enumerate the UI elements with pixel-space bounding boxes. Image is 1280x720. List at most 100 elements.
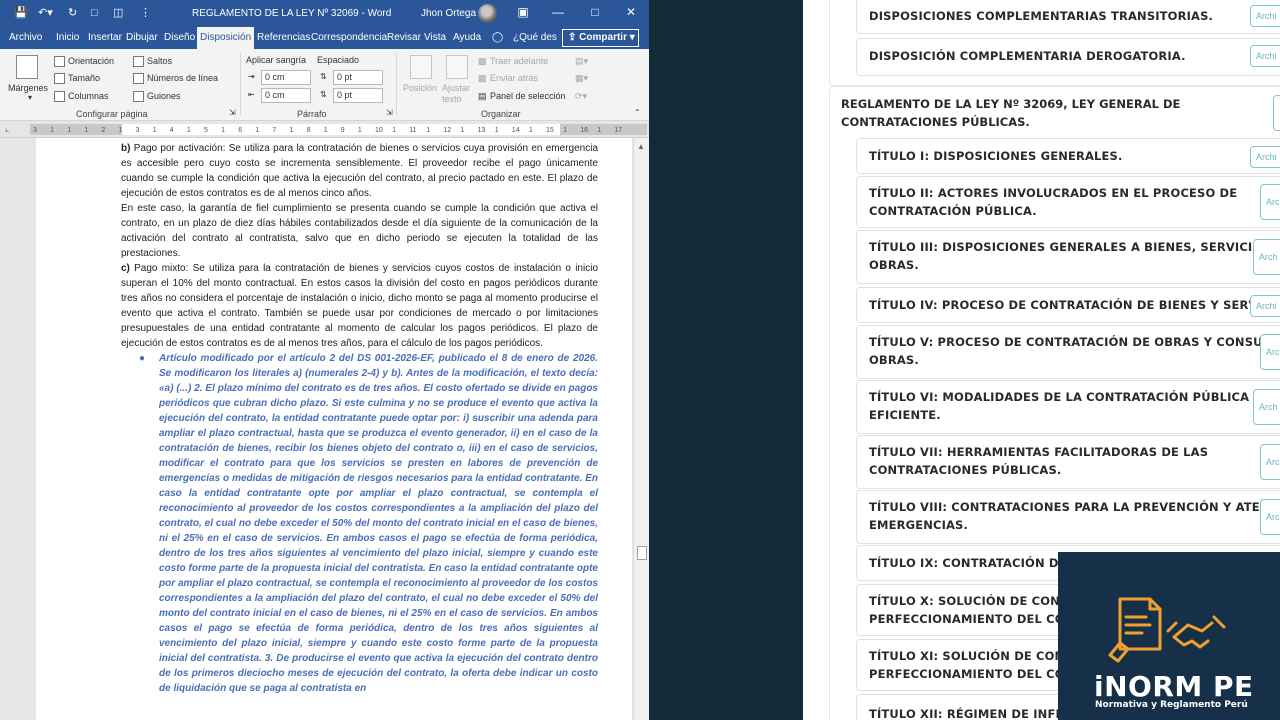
line-numbers-icon[interactable] xyxy=(133,73,144,84)
file-button[interactable]: Arc xyxy=(1260,499,1280,535)
open-folder-icon[interactable]: ◫ xyxy=(113,6,123,20)
line-numbers-button[interactable]: Números de línea xyxy=(147,73,218,83)
margins-dropdown-icon[interactable]: ▾ xyxy=(28,93,32,102)
redo-icon[interactable]: ↻ xyxy=(68,6,77,20)
title-item-line1: TÍTULO IV: PROCESO DE CONTRATACIÓN DE BI… xyxy=(869,298,1280,312)
paragraph-guarantee[interactable]: En este caso, la garantía de fiel cumpli… xyxy=(121,201,598,261)
file-button[interactable]: Archi xyxy=(1250,5,1280,27)
vertical-scrollbar[interactable]: ▲ xyxy=(633,138,649,720)
ruler-tick: 1 xyxy=(84,127,89,134)
section-file-button[interactable] xyxy=(1273,95,1280,131)
lightbulb-icon[interactable]: ◯ xyxy=(489,27,506,49)
columns-button[interactable]: Columnas xyxy=(68,91,109,101)
hyphenation-button[interactable]: Guiones xyxy=(147,91,181,101)
size-icon[interactable] xyxy=(54,73,65,84)
file-button[interactable]: Arch xyxy=(1253,389,1280,425)
hyphenation-icon[interactable] xyxy=(133,91,144,102)
tab-disposicion[interactable]: Disposición xyxy=(197,27,255,49)
group-objects-icon[interactable]: ▦▾ xyxy=(575,73,588,84)
file-button[interactable]: Archi xyxy=(1250,45,1280,67)
horizontal-ruler[interactable]: ⌞ 3 1 1 1 2 1 3 1 4 1 5 1 6 1 7 1 8 1 9 1 10 1 11 1 12 1 13 1 14 1 15 1… xyxy=(0,121,649,138)
columns-icon[interactable] xyxy=(54,91,65,102)
rotate-icon[interactable]: ⟳▾ xyxy=(575,91,587,102)
selection-pane-icon[interactable]: ▤ xyxy=(478,91,487,102)
bring-forward-button[interactable]: Traer adelante xyxy=(490,56,548,66)
tab-vista[interactable]: Vista xyxy=(421,27,449,49)
margins-icon[interactable] xyxy=(16,55,38,79)
send-backward-icon[interactable]: ▩ xyxy=(478,73,487,84)
paragraph-c[interactable]: c) Pago mixto: Se utiliza para la contra… xyxy=(121,261,598,351)
close-icon[interactable]: ✕ xyxy=(623,4,639,20)
page-setup-launcher-icon[interactable]: ⇲ xyxy=(229,108,236,117)
align-icon[interactable]: ▤▾ xyxy=(575,56,588,67)
file-button[interactable]: Archi xyxy=(1250,295,1280,317)
tab-archivo[interactable]: Archivo xyxy=(6,27,45,49)
file-button[interactable]: Arc xyxy=(1260,334,1280,370)
title-item[interactable]: TÍTULO IV: PROCESO DE CONTRATACIÓN DE BI… xyxy=(856,287,1280,323)
breaks-button[interactable]: Saltos xyxy=(147,56,172,66)
ruler-tick: 1 xyxy=(152,127,157,134)
file-button[interactable]: Arc xyxy=(1260,184,1280,220)
list-item[interactable]: DISPOSICIÓN COMPLEMENTARIA DEROGATORIA. … xyxy=(856,38,1280,76)
ribbon-display-options-icon[interactable]: ▣ xyxy=(515,4,531,20)
title-item[interactable]: TÍTULO III: DISPOSICIONES GENERALES A BI… xyxy=(856,230,1280,284)
customize-toolbar-icon[interactable]: ⋮ xyxy=(140,6,151,20)
document-page[interactable]: b) Pago por activación: Se utiliza para … xyxy=(36,138,632,720)
wrap-text-button-line2[interactable]: texto xyxy=(442,94,462,104)
minimize-icon[interactable]: — xyxy=(550,4,566,20)
breaks-icon[interactable] xyxy=(133,56,144,67)
tab-insertar[interactable]: Insertar xyxy=(85,27,125,49)
send-backward-button[interactable]: Enviar atrás xyxy=(490,73,538,83)
user-name[interactable]: Jhon Ortega xyxy=(421,8,476,19)
spacing-before-input[interactable]: 0 pt xyxy=(333,70,383,85)
list-item[interactable]: DISPOSICIONES COMPLEMENTARIAS TRANSITORI… xyxy=(856,0,1280,34)
paragraph-launcher-icon[interactable]: ⇲ xyxy=(386,108,393,117)
tab-ayuda[interactable]: Ayuda xyxy=(450,27,484,49)
tab-correspondencia[interactable]: Correspondencia xyxy=(308,27,390,49)
modification-note[interactable]: ● Artículo modificado por el artículo 2 d… xyxy=(139,351,598,696)
tab-inicio[interactable]: Inicio xyxy=(53,27,82,49)
share-button[interactable]: ⇪ Compartir ▾ xyxy=(562,29,639,47)
spacing-after-input[interactable]: 0 pt xyxy=(333,88,383,103)
file-button[interactable]: Archi xyxy=(1250,146,1280,168)
title-item[interactable]: TÍTULO V: PROCESO DE CONTRATACIÓN DE OBR… xyxy=(856,325,1280,379)
paragraph-b[interactable]: b) Pago por activación: Se utiliza para … xyxy=(121,141,598,201)
ruler-tick: 17 xyxy=(614,127,623,134)
tab-referencias[interactable]: Referencias xyxy=(254,27,313,49)
orientation-icon[interactable] xyxy=(54,56,65,67)
indent-right-input[interactable]: 0 cm xyxy=(261,88,311,103)
orientation-button[interactable]: Orientación xyxy=(68,56,114,66)
tab-dibujar[interactable]: Dibujar xyxy=(123,27,161,49)
maximize-icon[interactable]: □ xyxy=(587,4,603,20)
title-item[interactable]: TÍTULO II: ACTORES INVOLUCRADOS EN EL PR… xyxy=(856,176,1280,228)
title-item[interactable]: TÍTULO VIII: CONTRATACIONES PARA LA PREV… xyxy=(856,490,1280,544)
size-button[interactable]: Tamaño xyxy=(68,73,100,83)
wrap-text-icon[interactable] xyxy=(446,55,468,79)
tab-revisar[interactable]: Revisar xyxy=(384,27,424,49)
title-item[interactable]: TÍTULO I: DISPOSICIONES GENERALES. Archi xyxy=(856,138,1280,174)
save-icon[interactable]: 💾 xyxy=(14,6,28,20)
scroll-thumb[interactable] xyxy=(637,546,647,560)
collapse-ribbon-icon[interactable]: ⌃ xyxy=(634,108,641,117)
bring-forward-icon[interactable]: ▩ xyxy=(478,56,487,67)
title-item[interactable]: TÍTULO VII: HERRAMIENTAS FACILITADORAS D… xyxy=(856,435,1280,489)
scroll-up-icon[interactable]: ▲ xyxy=(637,142,645,151)
document-body[interactable]: b) Pago por activación: Se utiliza para … xyxy=(121,141,598,696)
position-button[interactable]: Posición xyxy=(403,83,437,93)
file-button[interactable]: Arch xyxy=(1253,239,1280,275)
new-document-icon[interactable]: □ xyxy=(91,6,98,20)
tell-me-search[interactable]: ¿Qué des xyxy=(510,27,560,49)
undo-icon[interactable]: ↶▾ xyxy=(38,6,53,20)
selection-pane-button[interactable]: Panel de selección xyxy=(490,91,566,101)
position-icon[interactable] xyxy=(410,55,432,79)
file-button[interactable]: Arc xyxy=(1260,444,1280,480)
ruler-tick: 1 xyxy=(563,127,567,134)
avatar[interactable] xyxy=(478,4,497,23)
tab-diseno[interactable]: Diseño xyxy=(161,27,198,49)
tab-selector-icon[interactable]: ⌞ xyxy=(5,123,9,134)
ruler-tick: 3 xyxy=(135,127,140,134)
margins-button[interactable]: Márgenes xyxy=(8,83,48,93)
wrap-text-button-line1[interactable]: Ajustar xyxy=(442,83,470,93)
title-item[interactable]: TÍTULO VI: MODALIDADES DE LA CONTRATACIÓ… xyxy=(856,380,1280,434)
indent-left-input[interactable]: 0 cm xyxy=(261,70,311,85)
